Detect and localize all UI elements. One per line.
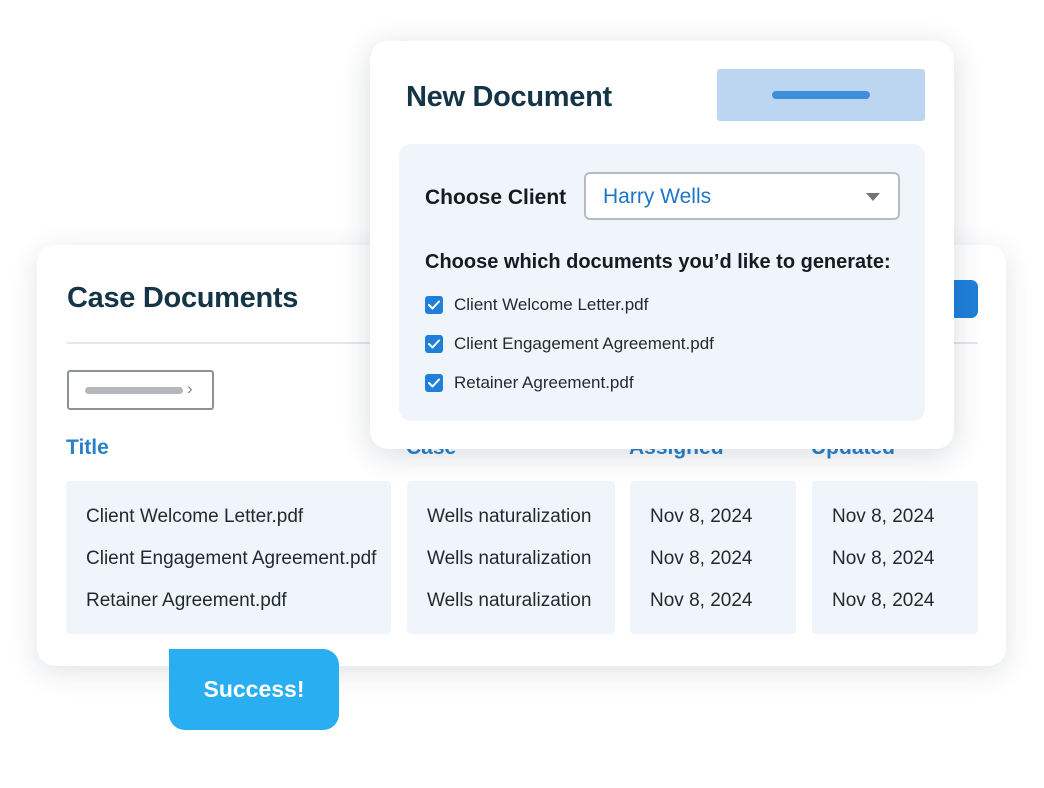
table-cell-title[interactable]: Client Engagement Agreement.pdf	[86, 548, 376, 570]
modal-action-placeholder	[772, 91, 870, 99]
check-icon	[428, 339, 440, 349]
check-icon	[428, 300, 440, 310]
document-checkbox[interactable]	[425, 296, 443, 314]
case-documents-title: Case Documents	[67, 282, 299, 314]
modal-action-button[interactable]	[717, 69, 925, 121]
client-select-value: Harry Wells	[603, 185, 712, 208]
document-option-label: Client Welcome Letter.pdf	[454, 295, 649, 314]
title-column: Client Welcome Letter.pdf Client Engagem…	[66, 481, 391, 634]
table-cell-case: Wells naturalization	[427, 506, 592, 527]
choose-client-label: Choose Client	[425, 186, 567, 209]
new-document-modal: New Document Choose Client Harry Wells C…	[370, 41, 954, 449]
assigned-column: Nov 8, 2024 Nov 8, 2024 Nov 8, 2024	[630, 481, 796, 634]
table-cell-assigned: Nov 8, 2024	[650, 590, 753, 611]
stage: Case Documents › Title Case Assigned Upd…	[0, 0, 1044, 788]
chevron-right-icon: ›	[187, 379, 193, 398]
table-cell-updated: Nov 8, 2024	[832, 590, 935, 611]
table-cell-case: Wells naturalization	[427, 548, 592, 569]
table-cell-updated: Nov 8, 2024	[832, 506, 935, 527]
table-cell-case: Wells naturalization	[427, 590, 592, 611]
updated-column: Nov 8, 2024 Nov 8, 2024 Nov 8, 2024	[812, 481, 978, 634]
caret-down-icon	[866, 193, 880, 201]
client-select[interactable]: Harry Wells	[584, 172, 900, 220]
column-header-title[interactable]: Title	[66, 436, 109, 460]
success-toast-label: Success!	[203, 676, 305, 702]
breadcrumb-button[interactable]: ›	[67, 370, 214, 410]
table-cell-title[interactable]: Client Welcome Letter.pdf	[86, 506, 303, 528]
case-column: Wells naturalization Wells naturalizatio…	[407, 481, 615, 634]
check-icon	[428, 378, 440, 388]
document-option-label: Retainer Agreement.pdf	[454, 373, 634, 392]
modal-title: New Document	[406, 81, 612, 113]
table-cell-updated: Nov 8, 2024	[832, 548, 935, 569]
breadcrumb-placeholder	[85, 387, 183, 394]
success-toast: Success!	[169, 649, 339, 730]
generate-heading: Choose which documents you’d like to gen…	[425, 251, 891, 273]
document-checkbox[interactable]	[425, 335, 443, 353]
table-cell-assigned: Nov 8, 2024	[650, 506, 753, 527]
table-cell-assigned: Nov 8, 2024	[650, 548, 753, 569]
document-option-label: Client Engagement Agreement.pdf	[454, 334, 714, 353]
document-checkbox[interactable]	[425, 374, 443, 392]
table-cell-title[interactable]: Retainer Agreement.pdf	[86, 590, 287, 612]
modal-form-panel: Choose Client Harry Wells Choose which d…	[399, 144, 925, 421]
